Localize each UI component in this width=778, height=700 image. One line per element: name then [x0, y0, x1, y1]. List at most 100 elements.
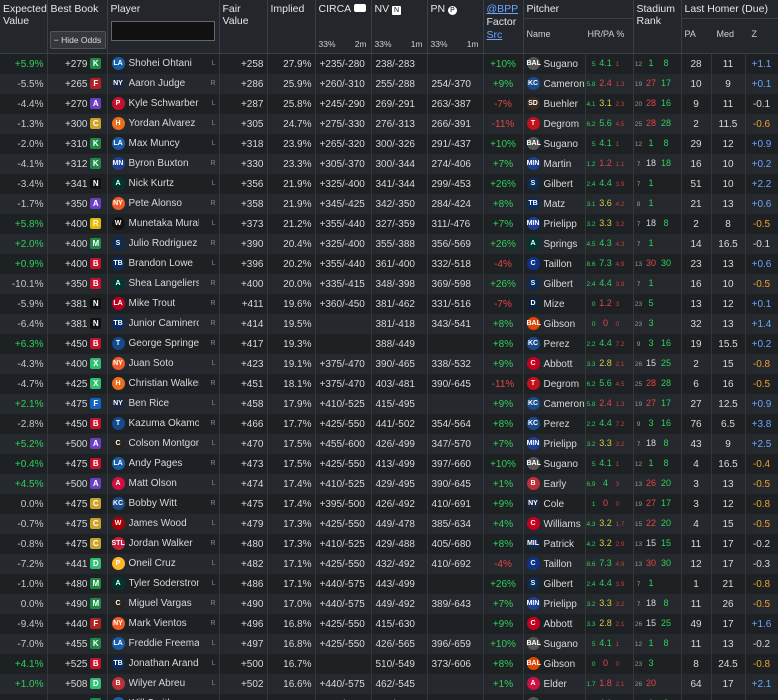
- best-book-cell[interactable]: +475 C: [47, 514, 108, 534]
- table-row[interactable]: +2.0% +400 M S Julio Rodriguez R +390 20.4% +32…: [0, 234, 778, 254]
- player-cell[interactable]: LAWill SmithR: [107, 694, 220, 700]
- table-row[interactable]: -10.1% +350 B A Shea Langeliers R +400 20.0% +3…: [0, 274, 778, 294]
- best-book-cell[interactable]: +440 F: [47, 614, 108, 634]
- pitcher-cell[interactable]: BALSugano: [523, 53, 586, 74]
- pitcher-cell[interactable]: T Degrom: [523, 114, 586, 134]
- table-row[interactable]: +2.1% +475 F NY Ben Rice L +458 17.9% +410/-525…: [0, 394, 778, 414]
- best-book-cell[interactable]: +475 F: [47, 394, 108, 414]
- best-book-cell[interactable]: +475 C: [47, 534, 108, 554]
- best-book-cell[interactable]: +450 B: [47, 414, 108, 434]
- best-book-cell[interactable]: +312 K: [47, 154, 108, 174]
- player-cell[interactable]: A Matt Olson L: [107, 474, 220, 494]
- best-book-cell[interactable]: +525 B: [47, 654, 108, 674]
- pitcher-cell[interactable]: S Gilbert: [523, 574, 586, 594]
- pitcher-cell[interactable]: S Gilbert: [523, 174, 586, 194]
- best-book-cell[interactable]: +265 F: [47, 74, 108, 94]
- table-row[interactable]: -2.0% +310 K LA Max Muncy L +318 23.9% +265/-32…: [0, 134, 778, 154]
- pitcher-cell[interactable]: C Taillon: [523, 554, 586, 574]
- pitcher-cell[interactable]: MIN Prielipp: [523, 594, 586, 614]
- pitcher-cell[interactable]: MIN Prielipp: [523, 434, 586, 454]
- pitcher-cell[interactable]: A Elder: [523, 674, 586, 694]
- player-cell[interactable]: KC Bobby Witt R: [107, 494, 220, 514]
- player-cell[interactable]: P Kyle Schwarber L: [107, 94, 220, 114]
- player-cell[interactable]: B Wilyer Abreu L: [107, 674, 220, 694]
- table-row[interactable]: -0.7% +475 C W James Wood L +479 17.3% +425/-55…: [0, 514, 778, 534]
- player-cell[interactable]: W James Wood L: [107, 514, 220, 534]
- table-row[interactable]: -0.8% +475 C STL Jordan Walker R +480 17.3% +41…: [0, 534, 778, 554]
- best-book-cell[interactable]: +400 R: [47, 214, 108, 234]
- player-cell[interactable]: NY Juan Soto L: [107, 354, 220, 374]
- col-last-homer[interactable]: Last Homer (Due) PA Med Z: [681, 0, 778, 54]
- col-factor[interactable]: @BPP Factor Src: [483, 0, 524, 54]
- pitcher-cell[interactable]: KC Perez: [523, 334, 586, 354]
- pitcher-cell[interactable]: BALSugano: [523, 454, 586, 474]
- table-row[interactable]: -4.1% +312 K MN Byron Buxton R +330 23.3% +305/…: [0, 154, 778, 174]
- table-row[interactable]: -4.4% +270 A P Kyle Schwarber L +287 25.8% +245…: [0, 94, 778, 114]
- best-book-cell[interactable]: +441 D: [47, 554, 108, 574]
- player-cell[interactable]: NY Mark Vientos R: [107, 614, 220, 634]
- pitcher-cell[interactable]: S Gilbert: [523, 274, 586, 294]
- table-row[interactable]: +4.5% +500 A A Matt Olson L +474 17.4% +410/-52…: [0, 474, 778, 494]
- pitcher-cell[interactable]: C Taillon: [523, 254, 586, 274]
- player-cell[interactable]: WMunetaka Muraka L: [107, 214, 220, 234]
- pitcher-cell[interactable]: TB Matz: [523, 194, 586, 214]
- player-cell[interactable]: LA Max Muncy L: [107, 134, 220, 154]
- player-cell[interactable]: LA Freddie Freeman L: [107, 634, 220, 654]
- player-cell[interactable]: P Oneil Cruz L: [107, 554, 220, 574]
- best-book-cell[interactable]: +425 X: [47, 374, 108, 394]
- table-row[interactable]: +5.9% +279 K LA Shohei Ohtani L +258 27.9% +235…: [0, 53, 778, 74]
- pitcher-cell[interactable]: BALSugano: [523, 134, 586, 154]
- player-cell[interactable]: NY Ben Rice L: [107, 394, 220, 414]
- player-cell[interactable]: LA Shohei Ohtani L: [107, 53, 220, 74]
- player-cell[interactable]: C Miguel Vargas R: [107, 594, 220, 614]
- pitcher-cell[interactable]: KC Cameron: [523, 74, 586, 94]
- pitcher-cell[interactable]: BALSugano: [523, 634, 586, 654]
- player-cell[interactable]: TKazuma Okamoto R: [107, 414, 220, 434]
- pitcher-cell[interactable]: BALSugano: [523, 694, 586, 700]
- pitcher-cell[interactable]: MIN Prielipp: [523, 214, 586, 234]
- table-row[interactable]: -4.7% +425 X H Christian Walker R +451 18.1% +3…: [0, 374, 778, 394]
- table-row[interactable]: -7.0% +455 K LA Freddie Freeman L +497 16.8% +4…: [0, 634, 778, 654]
- best-book-cell[interactable]: +400 X: [47, 354, 108, 374]
- table-row[interactable]: -1.7% +350 A NY Pete Alonso R +358 21.9% +345/-…: [0, 194, 778, 214]
- table-row[interactable]: -5.9% +381 N LA Mike Trout R +411 19.6% +360/-4…: [0, 294, 778, 314]
- pitcher-cell[interactable]: A Springs: [523, 234, 586, 254]
- best-book-cell[interactable]: +508 D: [47, 674, 108, 694]
- best-book-cell[interactable]: +310 K: [47, 134, 108, 154]
- best-book-cell[interactable]: +270 A: [47, 94, 108, 114]
- pitcher-cell[interactable]: KC Cameron: [523, 394, 586, 414]
- col-player[interactable]: Player: [107, 0, 220, 54]
- player-cell[interactable]: TB Jonathan Aranda L: [107, 654, 220, 674]
- best-book-cell[interactable]: +279 K: [47, 53, 108, 74]
- pitcher-cell[interactable]: C Abbott: [523, 354, 586, 374]
- table-row[interactable]: +5.8%+400 RWMunetaka MurakaL+37321.2%+35…: [0, 214, 778, 234]
- table-row[interactable]: -5.5% +265 F NY Aaron Judge R +286 25.9% +260/-…: [0, 74, 778, 94]
- col-fair-value[interactable]: Fair Value: [219, 0, 268, 54]
- table-row[interactable]: +6.3% +450 B T George Springer R +417 19.3% 388…: [0, 334, 778, 354]
- col-best-book[interactable]: Best Book − Hide Odds: [47, 0, 108, 54]
- best-book-cell[interactable]: +450 B: [47, 334, 108, 354]
- pitcher-cell[interactable]: C Abbott: [523, 614, 586, 634]
- best-book-cell[interactable]: +341 N: [47, 174, 108, 194]
- table-row[interactable]: -7.2% +441 D P Oneil Cruz L +482 17.1% +425/-55…: [0, 554, 778, 574]
- table-row[interactable]: -1.0% +480 M A Tyler Soderstrom L +486 17.1% +4…: [0, 574, 778, 594]
- player-cell[interactable]: NY Aaron Judge R: [107, 74, 220, 94]
- col-pitcher[interactable]: Pitcher Name HR/PA %: [523, 0, 634, 54]
- pitcher-cell[interactable]: D Mize: [523, 294, 586, 314]
- pitcher-cell[interactable]: NY Cole: [523, 494, 586, 514]
- pitcher-cell[interactable]: SD Buehler: [523, 94, 586, 114]
- col-circa[interactable]: CIRCA 33% 2m: [315, 0, 372, 54]
- best-book-cell[interactable]: +480 M: [47, 574, 108, 594]
- player-cell[interactable]: LA Andy Pages R: [107, 454, 220, 474]
- best-book-cell[interactable]: +455 K: [47, 634, 108, 654]
- table-row[interactable]: -2.8%+450 BTKazuma OkamotoR+46617.7%+425…: [0, 414, 778, 434]
- table-row[interactable]: -3.4% +341 N A Nick Kurtz L +356 21.9% +325/-40…: [0, 174, 778, 194]
- player-cell[interactable]: T George Springer R: [107, 334, 220, 354]
- best-book-cell[interactable]: +500 A: [47, 434, 108, 454]
- col-pn[interactable]: PN P 33% 1m: [427, 0, 484, 54]
- best-book-cell[interactable]: +400 B: [47, 254, 108, 274]
- pitcher-cell[interactable]: BAL Gibson: [523, 654, 586, 674]
- pitcher-cell[interactable]: BAL Gibson: [523, 314, 586, 334]
- best-book-cell[interactable]: +500 A: [47, 474, 108, 494]
- best-book-cell[interactable]: +475 B: [47, 454, 108, 474]
